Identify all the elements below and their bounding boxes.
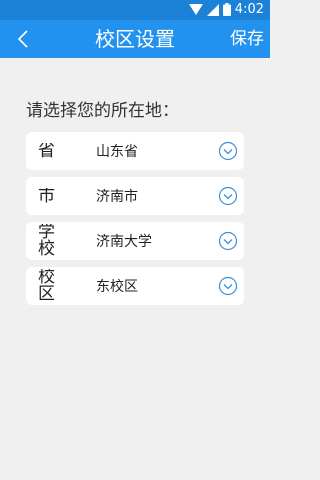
chevron-down-icon[interactable] xyxy=(218,141,238,161)
province-value: 山东省 xyxy=(96,144,138,160)
city-value: 济南市 xyxy=(96,189,138,205)
city-label: 市 xyxy=(38,188,55,206)
wifi-icon xyxy=(188,1,203,20)
chevron-down-icon[interactable] xyxy=(218,186,238,206)
city-select[interactable]: 市 济南市 xyxy=(26,177,244,215)
signal-icon xyxy=(206,1,219,20)
campus-label: 校区 xyxy=(38,269,55,304)
province-label: 省 xyxy=(38,143,55,161)
status-icons: 4:02 xyxy=(188,1,264,20)
location-prompt: 请选择您的所在地： xyxy=(26,101,179,121)
app-bar: 校区设置 保存 xyxy=(0,20,270,58)
province-select[interactable]: 省 山东省 xyxy=(26,132,244,170)
status-time: 4:02 xyxy=(234,2,264,17)
chevron-down-icon[interactable] xyxy=(218,231,238,251)
school-label: 学校 xyxy=(38,224,55,259)
battery-icon xyxy=(222,1,231,20)
save-button[interactable]: 保存 xyxy=(230,20,264,58)
campus-select[interactable]: 校区 东校区 xyxy=(26,267,244,305)
school-select[interactable]: 学校 济南大学 xyxy=(26,222,244,260)
chevron-down-icon[interactable] xyxy=(218,276,238,296)
campus-value: 东校区 xyxy=(96,279,138,295)
school-value: 济南大学 xyxy=(96,234,152,250)
status-bar: 4:02 xyxy=(0,0,270,20)
